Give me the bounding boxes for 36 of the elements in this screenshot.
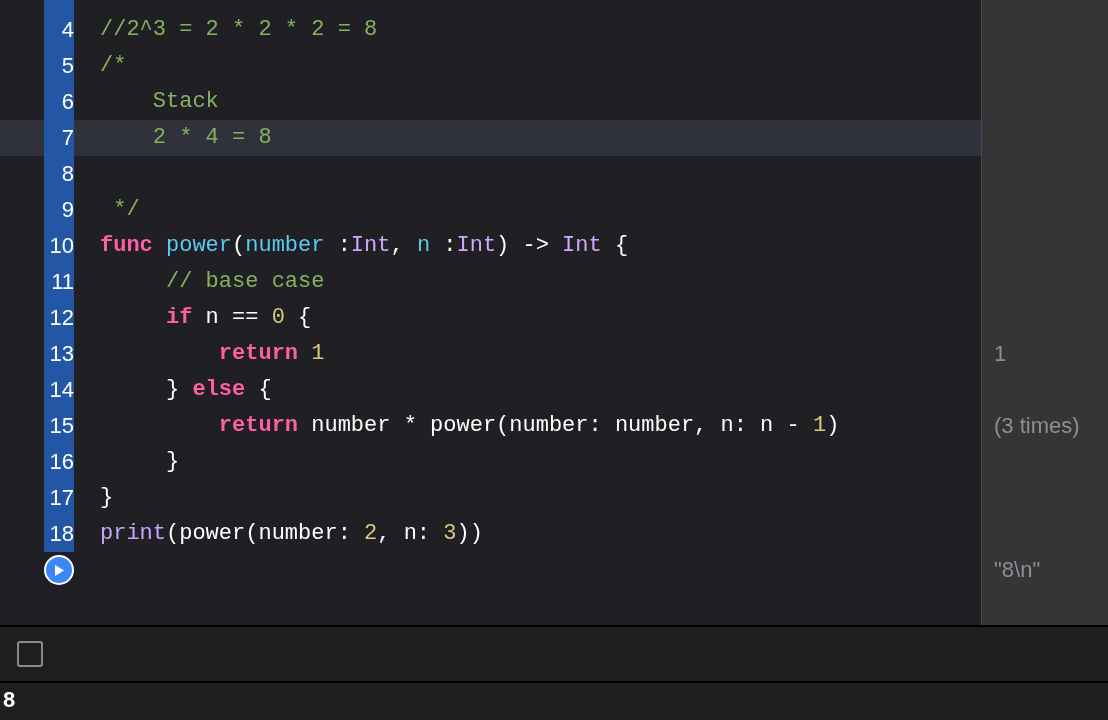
result-value: 1	[994, 343, 1007, 365]
line-number: 10	[49, 235, 74, 257]
line-number: 15	[49, 415, 74, 437]
line-number: 5	[61, 55, 74, 77]
line-number: 13	[49, 343, 74, 365]
code-text: return number * power(number: number, n: n - 1)	[217, 415, 840, 437]
line-number: 12	[49, 307, 74, 329]
code-text: // base case	[165, 271, 325, 293]
play-icon	[53, 563, 65, 577]
console-output: 8	[3, 687, 16, 712]
code-text: } else {	[165, 379, 272, 401]
line-number: 17	[49, 487, 74, 509]
code-text: }	[100, 487, 114, 509]
code-text: return 1	[217, 343, 325, 365]
code-text: /*	[100, 55, 127, 77]
code-text: }	[165, 451, 180, 473]
code-text: Stack	[151, 91, 219, 113]
run-button[interactable]	[44, 555, 74, 585]
code-text: //2^3 = 2 * 2 * 2 = 8	[100, 19, 378, 41]
result-value: "8\n"	[994, 559, 1041, 581]
result-value: (3 times)	[994, 415, 1080, 437]
code-text: if n == 0 {	[165, 307, 312, 329]
line-number: 14	[49, 379, 74, 401]
line-number: 6	[61, 91, 74, 113]
code-text: 2 * 4 = 8	[151, 127, 272, 149]
line-number: 16	[49, 451, 74, 473]
line-number: 8	[61, 163, 74, 185]
toggle-console-checkbox[interactable]	[17, 641, 43, 667]
line-number: 18	[49, 523, 74, 545]
code-text: */	[112, 199, 140, 221]
code-text: print(power(number: 2, n: 3))	[100, 523, 483, 545]
line-number: 11	[51, 271, 74, 293]
line-number: 9	[61, 199, 74, 221]
line-number: 7	[61, 127, 74, 149]
line-number: 4	[61, 19, 74, 41]
code-text: func power(number :Int, n :Int) -> Int {	[100, 235, 629, 257]
